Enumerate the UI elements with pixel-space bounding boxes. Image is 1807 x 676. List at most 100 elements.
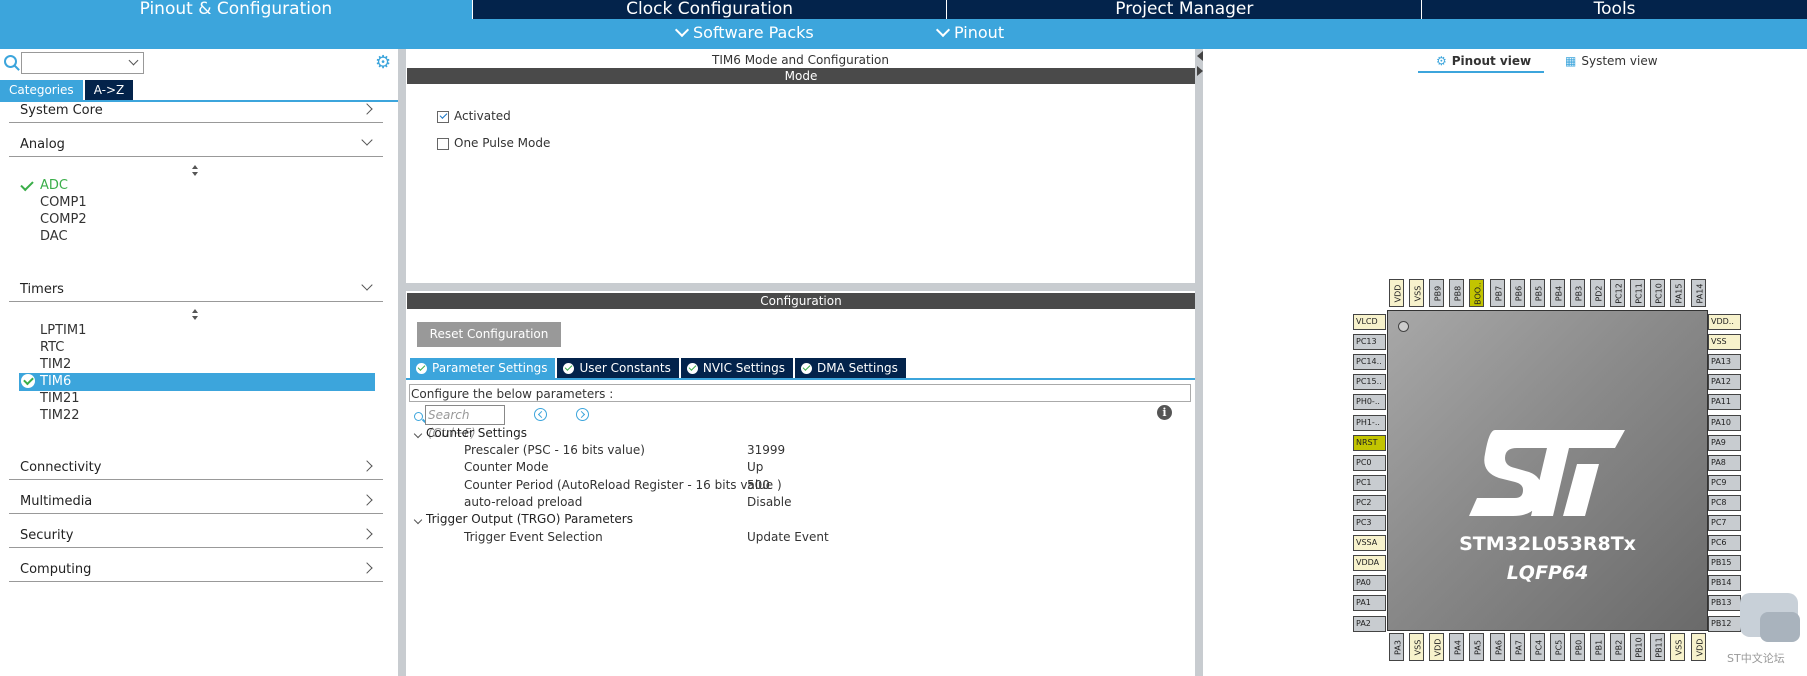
category-computing[interactable]: Computing xyxy=(9,558,383,582)
pin-pc14[interactable]: PC14.. xyxy=(1353,354,1386,371)
pin-pa0[interactable]: PA0 xyxy=(1353,575,1386,592)
list-item-comp2[interactable]: COMP2 xyxy=(40,211,87,228)
software-packs-menu[interactable]: Software Packs xyxy=(674,22,814,42)
pin-ph0[interactable]: PH0-.. xyxy=(1353,394,1386,411)
gear-icon[interactable]: ⚙ xyxy=(375,52,391,73)
pin-vss[interactable]: VSS xyxy=(1409,633,1425,661)
tab-a-z[interactable]: A->Z xyxy=(84,80,134,100)
category-system-core[interactable]: System Core xyxy=(9,99,383,123)
tab-clock-configuration[interactable]: Clock Configuration xyxy=(473,0,948,19)
pin-pb1[interactable]: PB1 xyxy=(1590,633,1605,661)
pin-pc8[interactable]: PC8 xyxy=(1708,494,1741,511)
tab-user-constants[interactable]: User Constants xyxy=(557,358,679,378)
pin-vss[interactable]: VSS xyxy=(1708,334,1741,351)
pin-pc1[interactable]: PC1 xyxy=(1353,474,1386,491)
pin-pa9[interactable]: PA9 xyxy=(1708,434,1741,451)
sort-icon[interactable] xyxy=(192,165,198,177)
pin-pa15[interactable]: PA15 xyxy=(1670,279,1686,307)
pin-pc15[interactable]: PC15.. xyxy=(1353,374,1386,391)
pin-pc5[interactable]: PC5 xyxy=(1549,633,1565,661)
pin-pc13[interactable]: PC13 xyxy=(1353,334,1386,351)
pin-pc11[interactable]: PC11 xyxy=(1630,279,1646,307)
reset-configuration-button[interactable]: Reset Configuration xyxy=(417,322,561,347)
param-value[interactable]: 500 xyxy=(747,478,770,492)
category-multimedia[interactable]: Multimedia xyxy=(9,490,383,514)
chevron-down-icon[interactable] xyxy=(413,515,423,525)
tab-nvic-settings[interactable]: NVIC Settings xyxy=(680,358,793,378)
pin-pa3[interactable]: PA3 xyxy=(1389,633,1404,661)
pin-pb5[interactable]: PB5 xyxy=(1529,279,1545,307)
list-item-dac[interactable]: DAC xyxy=(40,228,68,245)
pin-vdd[interactable]: VDD xyxy=(1429,633,1445,661)
pin-pa1[interactable]: PA1 xyxy=(1353,595,1386,612)
pin-pa10[interactable]: PA10 xyxy=(1708,414,1741,431)
param-value[interactable]: 31999 xyxy=(747,443,785,457)
pin-pb3[interactable]: PB3 xyxy=(1569,279,1585,307)
pin-vdd[interactable]: VDD.. xyxy=(1708,314,1741,330)
list-item-tim6[interactable]: TIM6 xyxy=(19,373,375,391)
pin-pb7[interactable]: PB7 xyxy=(1489,279,1505,307)
activated-checkbox[interactable] xyxy=(437,111,449,123)
pin-pb11[interactable]: PB11 xyxy=(1650,633,1666,661)
pin-vdd[interactable]: VDD xyxy=(1389,279,1404,307)
pin-pb13[interactable]: PB13 xyxy=(1708,595,1741,612)
pin-ph1[interactable]: PH1-.. xyxy=(1353,414,1386,431)
pin-pb12[interactable]: PB12 xyxy=(1708,615,1741,632)
pin-pb8[interactable]: PB8 xyxy=(1449,279,1465,307)
sort-icon[interactable] xyxy=(192,309,198,321)
pin-pb6[interactable]: PB6 xyxy=(1509,279,1525,307)
pin-pb14[interactable]: PB14 xyxy=(1708,575,1741,592)
list-item-comp1[interactable]: COMP1 xyxy=(40,194,87,211)
pin-pa2[interactable]: PA2 xyxy=(1353,615,1386,632)
pin-pa12[interactable]: PA12 xyxy=(1708,374,1741,391)
pin-pa8[interactable]: PA8 xyxy=(1708,454,1741,471)
search-combo[interactable] xyxy=(21,52,144,74)
pin-pb9[interactable]: PB9 xyxy=(1429,279,1445,307)
pin-vss[interactable]: VSS xyxy=(1409,279,1425,307)
tab-categories[interactable]: Categories xyxy=(0,80,83,100)
tab-pinout-configuration[interactable]: Pinout & Configuration xyxy=(0,0,473,19)
pin-pc9[interactable]: PC9 xyxy=(1708,474,1741,491)
tab-project-manager[interactable]: Project Manager xyxy=(947,0,1423,19)
param-value[interactable]: Disable xyxy=(747,495,792,509)
tab-system-view[interactable]: ▦ System view xyxy=(1565,54,1658,68)
panel-divider[interactable] xyxy=(406,283,1195,291)
pin-pc4[interactable]: PC4 xyxy=(1529,633,1545,661)
pin-pb0[interactable]: PB0 xyxy=(1569,633,1585,661)
chevron-down-icon[interactable] xyxy=(413,429,423,439)
list-item-tim22[interactable]: TIM22 xyxy=(40,407,80,424)
pin-pa5[interactable]: PA5 xyxy=(1469,633,1485,661)
pin-pc12[interactable]: PC12 xyxy=(1610,279,1626,307)
group-trgo-parameters[interactable]: Trigger Output (TRGO) Parameters xyxy=(426,512,633,526)
category-connectivity[interactable]: Connectivity xyxy=(9,456,383,480)
pin-vss[interactable]: VSS xyxy=(1670,633,1686,661)
pin-pc0[interactable]: PC0 xyxy=(1353,454,1386,471)
pin-pb4[interactable]: PB4 xyxy=(1549,279,1565,307)
pin-pc3[interactable]: PC3 xyxy=(1353,515,1386,531)
pin-pd2[interactable]: PD2 xyxy=(1590,279,1605,307)
category-security[interactable]: Security xyxy=(9,524,383,548)
list-item-lptim1[interactable]: LPTIM1 xyxy=(40,322,86,339)
param-value[interactable]: Up xyxy=(747,460,763,474)
param-value[interactable]: Update Event xyxy=(747,530,829,544)
tab-pinout-view[interactable]: ⚙ Pinout view xyxy=(1436,54,1531,68)
one-pulse-checkbox[interactable] xyxy=(437,138,449,150)
list-item-tim2[interactable]: TIM2 xyxy=(40,356,71,373)
pin-vssa[interactable]: VSSA xyxy=(1353,535,1386,552)
pin-pa13[interactable]: PA13 xyxy=(1708,354,1741,371)
category-timers[interactable]: Timers xyxy=(9,278,383,302)
pinout-menu[interactable]: Pinout xyxy=(935,22,1004,42)
pin-pc7[interactable]: PC7 xyxy=(1708,515,1741,531)
pin-vdda[interactable]: VDDA xyxy=(1353,555,1386,572)
info-icon[interactable]: i xyxy=(1157,405,1172,420)
pin-pa6[interactable]: PA6 xyxy=(1489,633,1505,661)
tab-dma-settings[interactable]: DMA Settings xyxy=(794,358,906,378)
pin-boo[interactable]: BOO.. xyxy=(1469,279,1485,307)
pin-pb10[interactable]: PB10 xyxy=(1630,633,1646,661)
pin-pc6[interactable]: PC6 xyxy=(1708,535,1741,552)
category-analog[interactable]: Analog xyxy=(9,133,383,157)
group-counter-settings[interactable]: Counter Settings xyxy=(426,426,527,440)
panel-scrollbar[interactable] xyxy=(398,49,406,676)
pin-pa14[interactable]: PA14 xyxy=(1690,279,1706,307)
pin-vdd[interactable]: VDD xyxy=(1690,633,1706,661)
